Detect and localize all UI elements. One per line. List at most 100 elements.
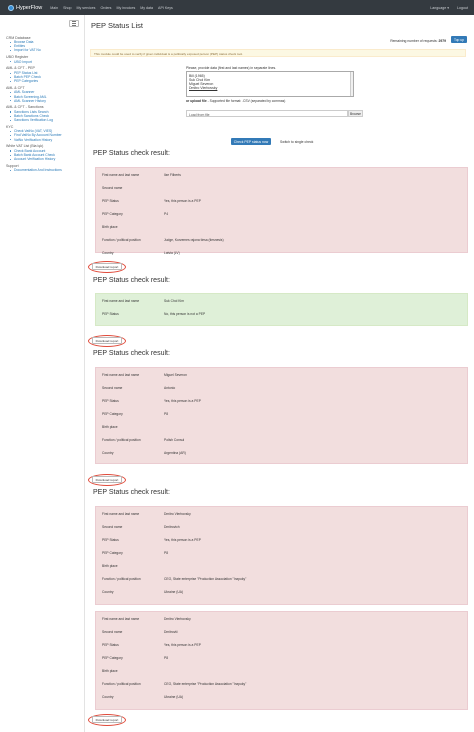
- sidebar-item[interactable]: Import for VAT No: [6, 48, 84, 52]
- browse-button[interactable]: Browse: [348, 110, 363, 117]
- field-value: Dmitro Vlerbovsky: [164, 512, 191, 516]
- field-value: Ukraine (UA): [164, 590, 184, 594]
- brand-logo-icon: [8, 4, 14, 11]
- result-row: Second name Dmitrovič: [102, 630, 364, 634]
- nav-link-api-keys[interactable]: API Keys: [158, 6, 173, 10]
- check-pep-button[interactable]: Check PEP status now: [231, 138, 271, 145]
- result-row: Second name Dmitrovich: [102, 525, 364, 529]
- result-row: First name and last name Suk Chol Kim: [102, 299, 364, 303]
- field-label: PEP Category: [102, 551, 123, 555]
- nav-link-shop[interactable]: Shop: [63, 6, 71, 10]
- field-value: Yes, this person is a PEP: [164, 399, 201, 403]
- names-instructions: Please, provide data (first and last nam…: [186, 66, 277, 70]
- result-row: Birth place: [102, 564, 364, 568]
- result-row: PEP Status Yes, this person is a PEP: [102, 199, 364, 203]
- field-value: Judge, Kurzemes rajona tiesa (tiesnesis): [164, 238, 224, 242]
- field-label: PEP Category: [102, 412, 123, 416]
- names-textarea[interactable]: Bill (1965) Suk Chol Kim Miguel Severon …: [186, 71, 354, 97]
- sidebar-item[interactable]: Account Verification History: [6, 157, 84, 161]
- nav-links: Main Shop My services Orders My invoices…: [50, 6, 173, 10]
- result-heading: PEP Status check result:: [93, 277, 170, 284]
- result-row: Birth place: [102, 425, 364, 429]
- field-label: Birth place: [102, 225, 118, 229]
- sidebar-item[interactable]: VatNo Verification History: [6, 138, 84, 142]
- textarea-scrollbar[interactable]: [350, 72, 353, 96]
- field-value: [164, 186, 364, 190]
- file-input[interactable]: Load from file: [186, 110, 348, 117]
- top-navbar: HyperFlow Main Shop My services Orders M…: [0, 0, 474, 15]
- brand-name: HyperFlow: [16, 4, 43, 11]
- nav-link-main[interactable]: Main: [50, 6, 58, 10]
- field-value: P8: [164, 551, 169, 555]
- download-report-button[interactable]: Download report: [92, 263, 122, 270]
- upload-label: or upload file - Supported file format: …: [186, 99, 285, 103]
- sidebar-item[interactable]: PEP Categories: [6, 79, 84, 83]
- result-row: Second name: [102, 186, 364, 190]
- sidebar-item[interactable]: Documentation And Instructions: [6, 168, 84, 172]
- result-row: PEP Status Yes, this person is a PEP: [102, 538, 364, 542]
- nav-link-my-invoices[interactable]: My invoices: [116, 6, 135, 10]
- field-value: Dmitrovič: [164, 630, 178, 634]
- field-value: Ukraine (UA): [164, 695, 184, 699]
- top-up-button[interactable]: Top up: [451, 36, 467, 43]
- field-label: Second name: [102, 630, 123, 634]
- sidebar-item[interactable]: UBO Import: [6, 60, 84, 64]
- menu-toggle-icon[interactable]: [69, 20, 79, 27]
- field-label: PEP Status: [102, 643, 119, 647]
- page-title: PEP Status List: [91, 21, 143, 30]
- remaining-label: Remaining number of requests:: [390, 39, 438, 43]
- result-row: Country Ukraine (UA): [102, 695, 364, 699]
- field-label: First name and last name: [102, 373, 140, 377]
- switch-to-single-link[interactable]: Switch to single check: [280, 140, 313, 144]
- field-value: P8: [164, 656, 169, 660]
- result-panel: First name and last name Dmitro Vlerbovsk…: [95, 611, 468, 710]
- upload-prefix: or upload file: [186, 99, 207, 103]
- result-row: PEP Status Yes, this person is a PEP: [102, 399, 364, 403]
- download-report-button[interactable]: Download report: [92, 337, 122, 344]
- field-value: [164, 669, 364, 673]
- download-report-button[interactable]: Download report: [92, 716, 122, 723]
- language-dropdown[interactable]: Language ▾: [430, 6, 449, 10]
- field-label: Second name: [102, 525, 123, 529]
- field-label: Birth place: [102, 564, 118, 568]
- field-value: No, this person is not a PEP: [164, 311, 206, 316]
- result-panel: First name and last name Dmitro Vlerbovsk…: [95, 506, 468, 605]
- result-row: PEP Category P8: [102, 412, 364, 416]
- download-report-button[interactable]: Download report: [92, 476, 122, 483]
- field-label: First name and last name: [102, 299, 140, 303]
- nav-link-my-data[interactable]: My data: [140, 6, 153, 10]
- field-value: [164, 225, 364, 229]
- result-panel: First name and last name Suk Chol Kim PEP …: [95, 293, 468, 326]
- field-value: Suk Chol Kim: [164, 299, 184, 303]
- remaining-value: 2979: [438, 39, 446, 43]
- field-value: CEO, State enterprise "Production Associ…: [164, 682, 247, 686]
- field-value: Dmitrovich: [164, 525, 180, 529]
- field-label: Country: [102, 695, 114, 699]
- logout-link[interactable]: Logout: [457, 6, 468, 10]
- nav-link-my-services[interactable]: My services: [77, 6, 96, 10]
- brand[interactable]: HyperFlow: [8, 4, 43, 11]
- field-label: First name and last name: [102, 173, 140, 177]
- field-label: Function / political position: [102, 682, 141, 686]
- sidebar: CRM Database Browse Data Entities Import fo…: [0, 15, 85, 732]
- result-row: Function / political position CEO, State …: [102, 682, 364, 686]
- field-value: Argentina (AR): [164, 451, 186, 455]
- result-row: Function / political position Polish Cons…: [102, 438, 364, 442]
- field-label: PEP Status: [102, 311, 119, 316]
- sidebar-item[interactable]: AML Scanner History: [6, 99, 84, 103]
- field-label: Country: [102, 451, 114, 455]
- remaining-requests: Remaining number of requests: 2979: [390, 39, 446, 43]
- field-label: PEP Status: [102, 199, 119, 203]
- field-value: Antonio: [164, 386, 176, 390]
- sidebar-item[interactable]: Sanctions Verification Log: [6, 118, 84, 122]
- field-value: Yes, this person is a PEP: [164, 199, 201, 203]
- nav-link-orders[interactable]: Orders: [100, 6, 111, 10]
- name-line: Dmitro Vlerbovsky: [189, 86, 218, 90]
- info-alert: This module could be used to verify if g…: [90, 49, 466, 57]
- result-panel: First name and last name Miguel Severon Se…: [95, 367, 468, 464]
- result-row: First name and last name Miguel Severon: [102, 373, 364, 377]
- result-row: First name and last name Dmitro Vlerbovsk…: [102, 512, 364, 516]
- result-row: Country Ukraine (UA): [102, 590, 364, 594]
- result-heading: PEP Status check result:: [93, 489, 170, 496]
- result-row: PEP Category P8: [102, 656, 364, 660]
